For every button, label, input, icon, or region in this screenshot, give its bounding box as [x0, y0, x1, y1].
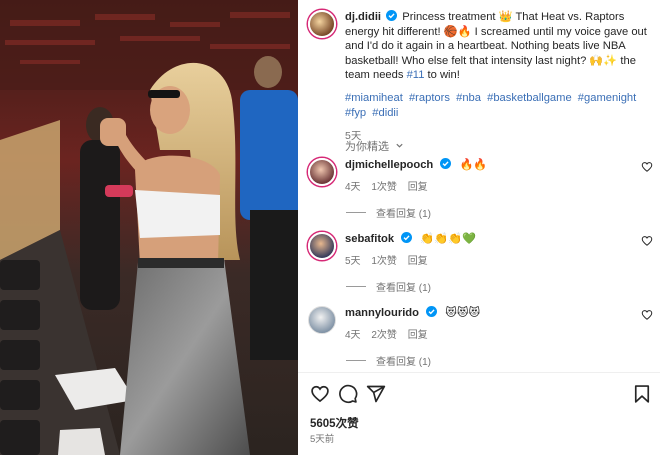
caption-hashtag-link[interactable]: #11 — [407, 69, 425, 81]
post-caption: dj.didii Princess treatment 👑 That Heat … — [308, 10, 653, 143]
verified-badge-icon — [401, 232, 413, 243]
comment-body: djmichellepooch 🔥🔥 — [345, 158, 653, 172]
verified-badge-icon — [426, 306, 438, 317]
reply-button[interactable]: 回复 — [408, 182, 428, 193]
view-replies-button[interactable]: 查看回复 (1) — [346, 205, 653, 220]
comment-time: 4天 — [345, 182, 361, 193]
hashtag-link[interactable]: #raptors — [409, 92, 450, 104]
reply-button[interactable]: 回复 — [408, 330, 428, 341]
post-media-image[interactable] — [0, 0, 298, 455]
commenter-username[interactable]: mannylourido — [345, 307, 419, 319]
post-actions-bar — [310, 384, 650, 406]
reply-button[interactable]: 回复 — [408, 256, 428, 267]
commenter-username[interactable]: djmichellepooch — [345, 159, 433, 171]
author-avatar[interactable] — [308, 10, 336, 38]
caption-body: Princess treatment 👑 That Heat vs. Rapto… — [345, 11, 647, 82]
hashtag-link[interactable]: #miamiheat — [345, 92, 403, 104]
caption-text: dj.didii Princess treatment 👑 That Heat … — [345, 10, 653, 83]
comment-item: mannylourido 😻😻😻 4天 2次赞 回复 查看回复 (1) — [308, 306, 653, 368]
comment-like-count[interactable]: 1次赞 — [371, 182, 397, 193]
hashtag-list: #miamiheat #raptors #nba #basketballgame… — [345, 91, 653, 120]
comment-item: sebafitok 👏👏👏💚 5天 1次赞 回复 查看回复 (1) — [308, 232, 653, 294]
commenter-avatar[interactable] — [308, 306, 336, 334]
comment-heart-icon[interactable] — [641, 309, 653, 321]
reply-divider-line — [346, 212, 366, 213]
hashtag-link[interactable]: #fyp — [345, 107, 366, 119]
comment-meta: 4天 2次赞 回复 — [345, 326, 653, 341]
commenter-avatar[interactable] — [308, 232, 336, 260]
view-replies-button[interactable]: 查看回复 (1) — [346, 353, 653, 368]
verified-badge-icon — [440, 158, 452, 169]
post-side-panel: dj.didii Princess treatment 👑 That Heat … — [298, 0, 660, 455]
heart-icon[interactable] — [310, 384, 330, 404]
caption-end: to win! — [427, 69, 460, 82]
reply-divider-line — [346, 360, 366, 361]
comment-body: mannylourido 😻😻😻 — [345, 306, 653, 320]
post-time-ago: 5天前 — [310, 434, 335, 445]
view-replies-label: 查看回复 (1) — [376, 283, 431, 294]
chevron-down-icon — [396, 143, 403, 148]
comment-time: 5天 — [345, 256, 361, 267]
comment-like-count[interactable]: 1次赞 — [371, 256, 397, 267]
comment-like-count[interactable]: 2次赞 — [371, 330, 397, 341]
comment-text: 👏👏👏💚 — [420, 233, 477, 245]
comment-heart-icon[interactable] — [641, 161, 653, 173]
hashtag-link[interactable]: #didii — [372, 107, 398, 119]
comment-meta: 4天 1次赞 回复 — [345, 178, 653, 193]
comment-body: sebafitok 👏👏👏💚 — [345, 232, 653, 246]
reply-divider-line — [346, 286, 366, 287]
comment-text: 🔥🔥 — [459, 159, 488, 171]
bookmark-icon[interactable] — [632, 384, 652, 404]
commenter-avatar[interactable] — [308, 158, 336, 186]
share-icon[interactable] — [366, 384, 386, 404]
sort-label: 为你精选 — [345, 141, 389, 153]
hashtag-link[interactable]: #gamenight — [578, 92, 636, 104]
comment-time: 4天 — [345, 330, 361, 341]
comment-item: djmichellepooch 🔥🔥 4天 1次赞 回复 查看回复 (1) — [308, 158, 653, 220]
comment-text: 😻😻😻 — [445, 307, 481, 319]
comment-meta: 5天 1次赞 回复 — [345, 252, 653, 267]
comment-sort-dropdown[interactable]: 为你精选 — [345, 138, 404, 154]
post-like-count[interactable]: 5605次赞 — [310, 415, 359, 431]
view-replies-label: 查看回复 (1) — [376, 209, 431, 220]
author-username[interactable]: dj.didii — [345, 11, 381, 23]
hashtag-link[interactable]: #nba — [456, 92, 481, 104]
actions-divider — [298, 372, 660, 373]
comment-icon[interactable] — [338, 384, 358, 404]
post-photo — [0, 0, 298, 455]
verified-badge-icon — [386, 10, 398, 21]
comment-heart-icon[interactable] — [641, 235, 653, 247]
commenter-username[interactable]: sebafitok — [345, 233, 394, 245]
hashtag-link[interactable]: #basketballgame — [487, 92, 572, 104]
view-replies-button[interactable]: 查看回复 (1) — [346, 279, 653, 294]
view-replies-label: 查看回复 (1) — [376, 357, 431, 368]
